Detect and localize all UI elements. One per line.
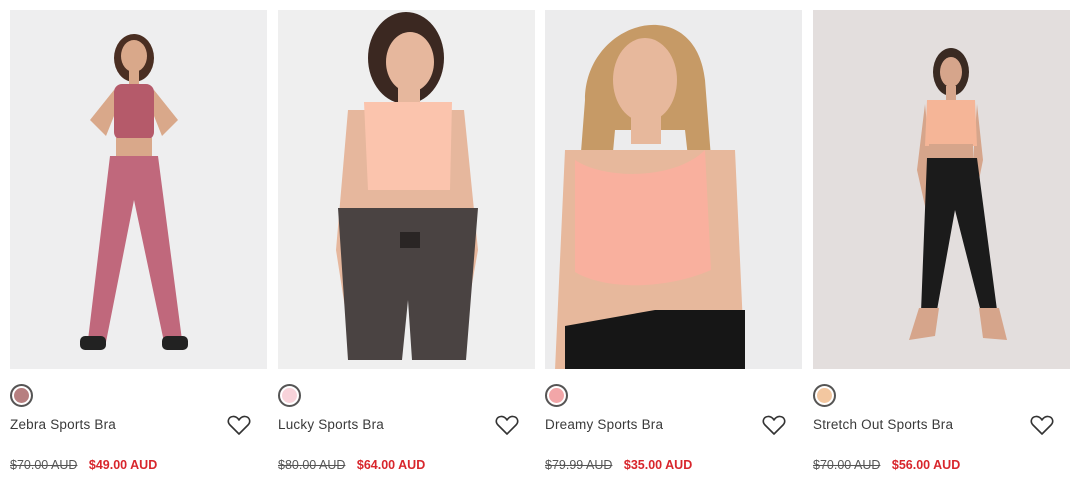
product-image[interactable] (278, 10, 535, 369)
model-photo (545, 10, 802, 369)
wishlist-heart-icon[interactable] (227, 414, 251, 436)
model-photo (10, 10, 267, 369)
product-name[interactable]: Lucky Sports Bra (278, 417, 384, 432)
product-card: Stretch Out Sports Bra $70.00 AUD $56.00… (813, 10, 1070, 481)
model-photo (278, 10, 535, 369)
wishlist-heart-icon[interactable] (762, 414, 786, 436)
price-row: $79.99 AUD $35.00 AUD (545, 458, 692, 472)
product-card: Dreamy Sports Bra $79.99 AUD $35.00 AUD (545, 10, 802, 481)
price-row: $70.00 AUD $56.00 AUD (813, 458, 960, 472)
product-card: Zebra Sports Bra $70.00 AUD $49.00 AUD (10, 10, 267, 481)
product-name[interactable]: Zebra Sports Bra (10, 417, 116, 432)
product-name[interactable]: Stretch Out Sports Bra (813, 417, 953, 432)
product-image[interactable] (10, 10, 267, 369)
original-price: $79.99 AUD (545, 458, 613, 472)
wishlist-heart-icon[interactable] (1030, 414, 1054, 436)
product-name[interactable]: Dreamy Sports Bra (545, 417, 663, 432)
price-row: $70.00 AUD $49.00 AUD (10, 458, 157, 472)
product-card: Lucky Sports Bra $80.00 AUD $64.00 AUD (278, 10, 535, 481)
price-row: $80.00 AUD $64.00 AUD (278, 458, 425, 472)
color-swatch[interactable] (278, 384, 301, 407)
original-price: $70.00 AUD (10, 458, 78, 472)
product-image[interactable] (545, 10, 802, 369)
product-image[interactable] (813, 10, 1070, 369)
color-swatch[interactable] (10, 384, 33, 407)
color-swatch[interactable] (813, 384, 836, 407)
model-photo (813, 10, 1070, 369)
original-price: $80.00 AUD (278, 458, 346, 472)
original-price: $70.00 AUD (813, 458, 881, 472)
color-swatch[interactable] (545, 384, 568, 407)
sale-price: $64.00 AUD (356, 458, 426, 472)
sale-price: $56.00 AUD (891, 458, 961, 472)
sale-price: $35.00 AUD (623, 458, 693, 472)
sale-price: $49.00 AUD (88, 458, 158, 472)
product-grid: Zebra Sports Bra $70.00 AUD $49.00 AUD L… (0, 0, 1080, 481)
wishlist-heart-icon[interactable] (495, 414, 519, 436)
